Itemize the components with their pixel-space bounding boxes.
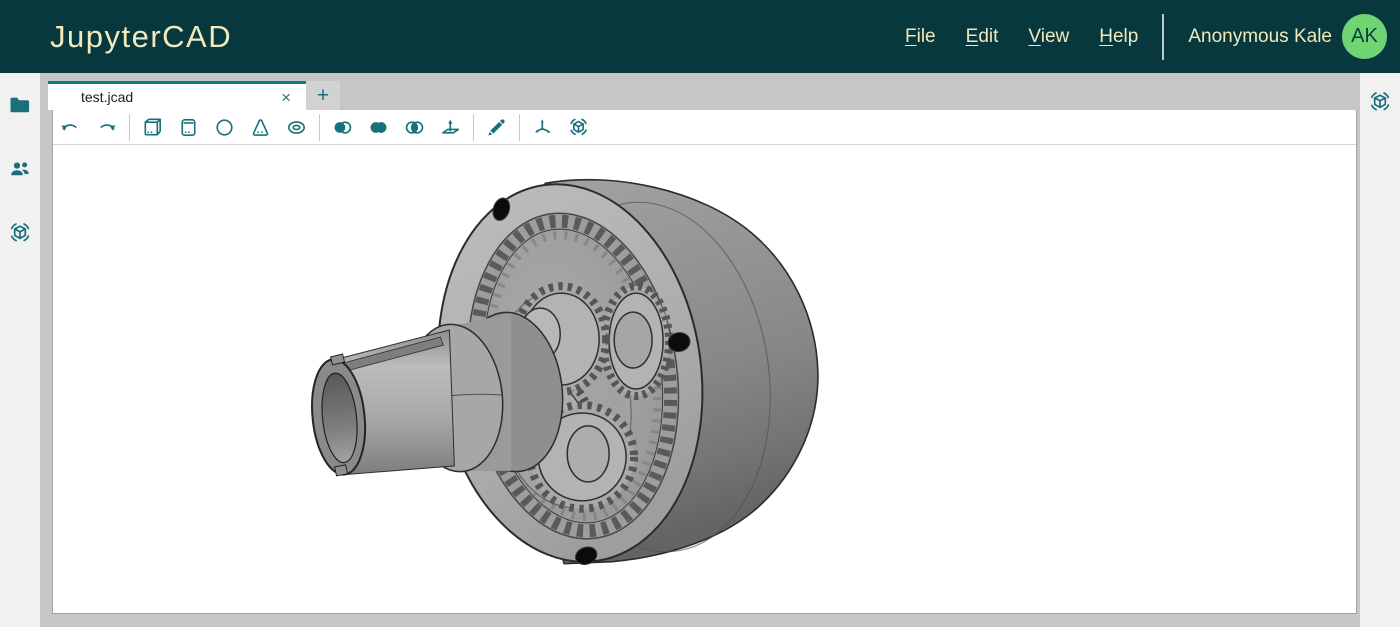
top-menu-bar: JupyterCAD File Edit View Help Anonymous… xyxy=(0,0,1400,73)
3d-objects-panel-icon[interactable] xyxy=(1368,90,1392,114)
toolbar-separator xyxy=(519,114,520,141)
redo-button[interactable] xyxy=(93,114,120,141)
header-divider xyxy=(1162,14,1164,60)
3d-viewport[interactable] xyxy=(53,145,1356,612)
tab-label: test.jcad xyxy=(48,89,266,105)
new-torus-button[interactable] xyxy=(283,114,310,141)
right-activity-bar xyxy=(1360,73,1400,627)
collaborators-icon[interactable] xyxy=(8,157,32,181)
planetary-gearbox-model xyxy=(53,145,1356,612)
new-cone-button[interactable] xyxy=(247,114,274,141)
fit-view-button[interactable] xyxy=(565,114,592,141)
main-dock-panel: test.jcad × + xyxy=(40,73,1360,627)
axes-button[interactable] xyxy=(529,114,556,141)
new-box-button[interactable] xyxy=(139,114,166,141)
menu-view[interactable]: View xyxy=(1028,26,1069,48)
tab-bar: test.jcad × + xyxy=(40,73,1360,110)
left-activity-bar xyxy=(0,73,40,627)
sketch-pencil-button[interactable] xyxy=(483,114,510,141)
union-button[interactable] xyxy=(365,114,392,141)
menu-help[interactable]: Help xyxy=(1099,26,1138,48)
file-browser-icon[interactable] xyxy=(8,93,32,117)
undo-button[interactable] xyxy=(57,114,84,141)
toolbar-separator xyxy=(129,114,130,141)
cad-toolbar xyxy=(53,110,1356,145)
header-right: File Edit View Help Anonymous Kale AK xyxy=(905,14,1400,60)
menu-edit[interactable]: Edit xyxy=(966,26,999,48)
toolbar-separator xyxy=(319,114,320,141)
brand-logo: JupyterCAD xyxy=(50,19,232,55)
cut-button[interactable] xyxy=(329,114,356,141)
tab-test-jcad[interactable]: test.jcad × xyxy=(48,81,306,110)
extrude-button[interactable] xyxy=(437,114,464,141)
new-sphere-button[interactable] xyxy=(211,114,238,141)
jupytercad-app: JupyterCAD File Edit View Help Anonymous… xyxy=(0,0,1400,627)
new-cylinder-button[interactable] xyxy=(175,114,202,141)
toolbar-separator xyxy=(473,114,474,141)
user-avatar[interactable]: AK xyxy=(1342,14,1387,59)
3d-objects-icon[interactable] xyxy=(8,221,32,245)
intersection-button[interactable] xyxy=(401,114,428,141)
user-name: Anonymous Kale xyxy=(1188,26,1332,48)
main-menu: File Edit View Help xyxy=(905,26,1138,48)
tab-close-icon[interactable]: × xyxy=(266,89,306,106)
menu-file[interactable]: File xyxy=(905,26,936,48)
document-panel xyxy=(52,110,1357,614)
add-tab-button[interactable]: + xyxy=(306,81,340,110)
